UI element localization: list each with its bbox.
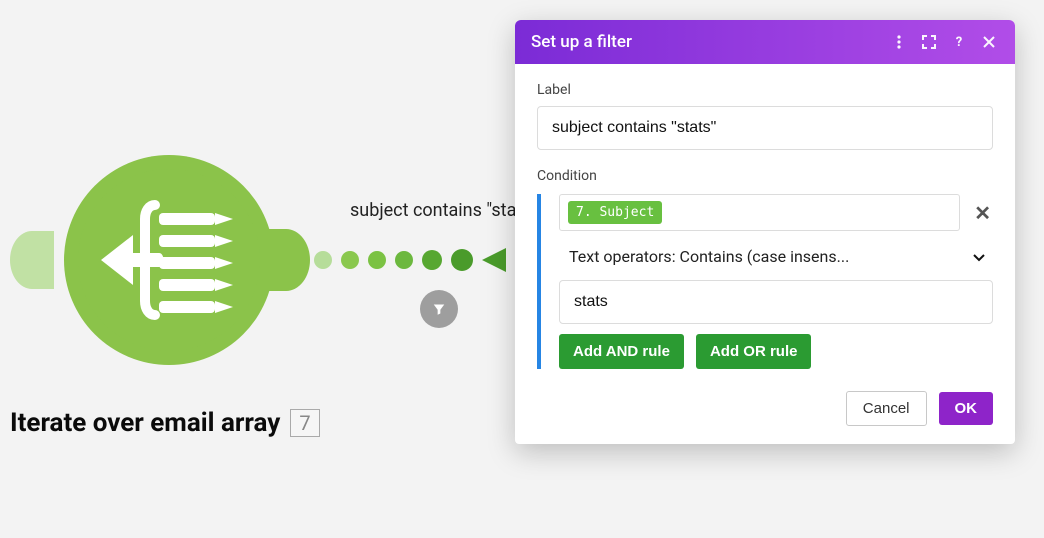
expand-icon: [921, 34, 937, 50]
node-run-count[interactable]: 7: [290, 409, 319, 437]
condition-field-label: Condition: [537, 168, 993, 184]
iterator-icon: [99, 195, 239, 325]
operator-select[interactable]: Text operators: Contains (case insens...: [559, 237, 993, 276]
label-field-label: Label: [537, 82, 993, 98]
more-options-button[interactable]: [889, 32, 909, 52]
node-title: Iterate over email array: [10, 408, 280, 438]
connector-path[interactable]: [314, 248, 506, 272]
node-circle[interactable]: [64, 155, 274, 365]
filter-setup-modal: Set up a filter ? Label Condition: [515, 20, 1015, 444]
add-and-rule-button[interactable]: Add AND rule: [559, 334, 684, 369]
cancel-button[interactable]: Cancel: [846, 391, 927, 426]
question-icon: ?: [951, 34, 967, 50]
modal-title: Set up a filter: [531, 32, 879, 52]
filter-badge[interactable]: [420, 290, 458, 328]
condition-value-input[interactable]: [559, 280, 993, 324]
node-output-port[interactable]: [262, 229, 310, 291]
remove-condition-button[interactable]: ✕: [972, 201, 993, 225]
kebab-icon: [891, 34, 907, 50]
expand-button[interactable]: [919, 32, 939, 52]
close-icon: [981, 34, 997, 50]
iterator-node[interactable]: [10, 155, 350, 365]
variable-chip[interactable]: 7. Subject: [568, 201, 662, 224]
ok-button[interactable]: OK: [939, 392, 994, 425]
funnel-icon: [430, 300, 448, 318]
modal-header[interactable]: Set up a filter ?: [515, 20, 1015, 64]
chevron-down-icon: [971, 249, 987, 265]
scenario-canvas[interactable]: subject contains "stats" Iterate over em…: [0, 0, 1044, 538]
label-input[interactable]: [537, 106, 993, 150]
operator-selected-label: Text operators: Contains (case insens...: [569, 247, 849, 266]
help-button[interactable]: ?: [949, 32, 969, 52]
add-or-rule-button[interactable]: Add OR rule: [696, 334, 812, 369]
close-button[interactable]: [979, 32, 999, 52]
node-input-port[interactable]: [10, 231, 54, 289]
condition-left-operand[interactable]: 7. Subject: [559, 194, 960, 231]
condition-block: 7. Subject ✕ Text operators: Contains (c…: [537, 194, 993, 369]
connector-filter-label: subject contains "stats": [350, 200, 537, 221]
svg-text:?: ?: [956, 35, 962, 50]
